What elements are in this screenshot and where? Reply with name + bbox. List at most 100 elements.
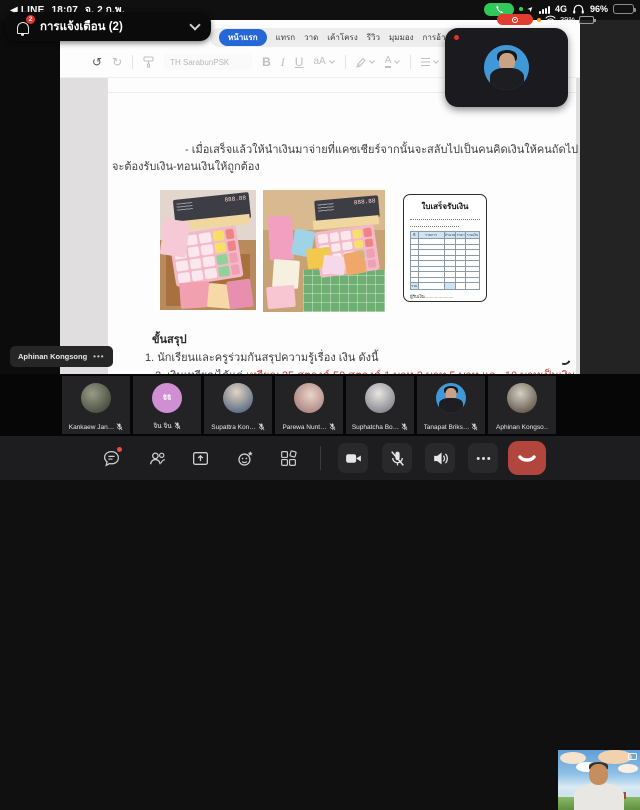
tab-layout[interactable]: เค้าโครง (327, 31, 357, 44)
speaker-icon (431, 449, 450, 468)
reactions-button[interactable] (230, 443, 260, 473)
avatar-initials: จิจิ (152, 383, 182, 413)
receipt-table: ที่ รายการ จำนวน ราคา รวมเงิน รวม (410, 231, 480, 290)
recording-dot-icon (454, 35, 459, 40)
participant-tile[interactable]: Parewa Nunt… (275, 376, 343, 434)
participant-name: จิน จิน (153, 421, 171, 431)
participant-tile[interactable]: Supattra Kon… (204, 376, 272, 434)
participant-tile[interactable]: Tanapat Briks… (417, 376, 485, 434)
speaker-face (589, 764, 608, 785)
font-name-field[interactable]: TH SarabunPSK (164, 54, 252, 70)
device-battery-icon (579, 16, 594, 24)
document-canvas[interactable]: - เมื่อเสร็จแล้วให้นำเงินมาจ่ายที่แคชเชี… (60, 78, 580, 374)
avatar (365, 383, 395, 413)
redo-button[interactable]: ↻ (112, 56, 122, 68)
avatar (223, 383, 253, 413)
mute-button[interactable] (382, 443, 412, 473)
receipt-signature: ผู้รับเงิน....................... (410, 293, 480, 300)
more-button[interactable] (468, 443, 498, 473)
underline-button[interactable]: U (295, 56, 304, 68)
avatar (507, 383, 537, 413)
tab-view[interactable]: มุมมอง (389, 31, 414, 44)
presenter-label: Aphinan Kongsong ••• (10, 346, 113, 367)
end-call-button[interactable] (508, 441, 546, 475)
bold-button[interactable]: B (262, 56, 271, 68)
apps-button[interactable] (273, 443, 303, 473)
chat-button[interactable] (96, 443, 126, 473)
video-button[interactable] (338, 443, 368, 473)
recording-status-row: 39% (497, 14, 594, 25)
video-on-icon (344, 449, 363, 468)
notification-badge: 2 (26, 15, 35, 24)
tab-review[interactable]: รีวิว (367, 31, 380, 44)
summary-item-2: 2. เงินเหรียญได้แก่ เหรียญ 25 สตางค์ 50 … (155, 366, 575, 374)
receipt-form-image: ใบเสร็จรับเงิน ที่ รายการ จำนวน ราคา รวม… (403, 194, 487, 302)
apps-icon (279, 449, 298, 468)
avatar (484, 45, 529, 90)
participant-tile[interactable]: จิจิ จิน จิน (133, 376, 201, 434)
mic-off-icon (401, 423, 408, 431)
italic-button[interactable]: I (281, 56, 285, 68)
participant-name: Supattra Kon… (211, 424, 255, 431)
cellular-signal-icon (539, 5, 550, 14)
avatar (436, 383, 466, 413)
wifi-icon (545, 15, 556, 24)
paragraph-line-1: - เมื่อเสร็จแล้วให้นำเงินมาจ่ายที่แคชเชี… (185, 140, 580, 158)
speaker-button[interactable] (425, 443, 455, 473)
photo-cash-register-1: 888.88 (160, 190, 256, 310)
location-arrow-icon: ➤ (526, 4, 535, 13)
participant-tile[interactable]: Suphatcha Bo… (346, 376, 414, 434)
participants-button[interactable] (142, 443, 172, 473)
notification-banner[interactable]: 2 การแจ้งเตือน (2) (5, 12, 211, 41)
bullet-list-button[interactable] (421, 58, 439, 66)
battery-icon (613, 4, 634, 14)
more-icon (474, 449, 493, 468)
video-on-icon (628, 753, 637, 760)
active-speaker-video[interactable] (558, 750, 640, 810)
reactions-icon (236, 449, 255, 468)
participant-filmstrip: Kankaew Jan… จิจิ จิน จิน Supattra Kon… … (0, 374, 640, 436)
avatar (294, 383, 324, 413)
record-icon (512, 17, 518, 23)
chevron-down-icon[interactable] (189, 19, 200, 30)
participant-tile[interactable]: Kankaew Jan… (62, 376, 130, 434)
tab-home[interactable]: หน้าแรก (219, 29, 267, 46)
share-screen-button[interactable] (185, 443, 215, 473)
left-letterbox (0, 20, 60, 374)
self-view-thumbnail[interactable] (445, 28, 568, 107)
battery-percent: 96% (590, 4, 608, 14)
bell-icon: 2 (17, 19, 32, 34)
summary-item-1: 1. นักเรียนและครูร่วมกันสรุปความรู้เรื่อ… (145, 348, 378, 366)
ribbon-tab-bar: หน้าแรก แทรก วาด เค้าโครง รีวิว มุมมอง ก… (210, 28, 467, 47)
font-size-button[interactable]: aA (313, 57, 334, 67)
mic-off-icon (471, 423, 478, 431)
recording-indicator[interactable] (497, 14, 533, 25)
page-margin-right (576, 78, 580, 374)
font-color-button[interactable]: A (385, 56, 401, 68)
photo-cash-register-2: 888.88 (263, 190, 385, 312)
summary-heading: ขั้นสรุป (152, 330, 187, 348)
paragraph-line-2: จะต้องรับเงิน-ทอนเงินให้ถูกต้อง (112, 157, 260, 175)
tab-insert[interactable]: แทรก (276, 31, 296, 44)
mic-off-icon (388, 449, 407, 468)
undo-button[interactable]: ↺ (92, 56, 102, 68)
page-margin-left (60, 78, 108, 374)
mic-off-icon (174, 422, 181, 430)
orange-mic-dot (537, 18, 541, 22)
participant-name: Kankaew Jan… (69, 424, 115, 431)
participant-name: Suphatcha Bo… (352, 424, 399, 431)
control-divider (320, 446, 321, 470)
presenter-more-menu[interactable]: ••• (93, 352, 104, 361)
phone-icon (495, 5, 504, 14)
tab-draw[interactable]: วาด (304, 31, 318, 44)
mic-off-icon (258, 423, 265, 431)
participants-icon (148, 449, 167, 468)
receipt-title: ใบเสร็จรับเงิน (410, 200, 480, 213)
speaker-body (574, 783, 624, 810)
green-status-dot (519, 7, 523, 11)
end-call-icon (517, 451, 537, 465)
participant-tile[interactable]: Aphinan Kongso… (488, 376, 556, 434)
highlighter-button[interactable] (356, 57, 375, 68)
format-painter-icon[interactable] (143, 56, 154, 68)
participant-name: Parewa Nunt… (282, 424, 326, 431)
